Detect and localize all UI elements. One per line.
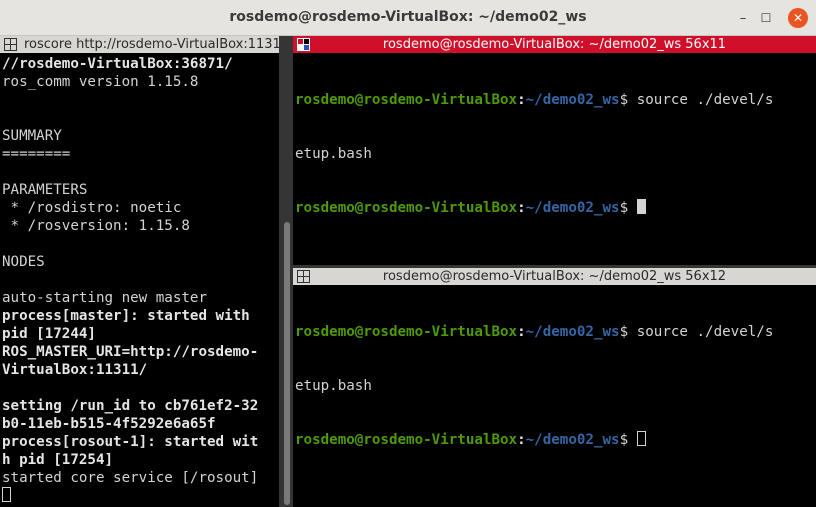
terminal-line: setting /run_id to cb761ef2-32 <box>2 398 259 414</box>
prompt-path: ~/demo02_ws <box>525 324 620 340</box>
terminal-line: VirtualBox:11311/ <box>2 362 148 378</box>
prompt-symbol: $ <box>619 324 637 340</box>
prompt-separator: : <box>517 324 526 340</box>
prompt-path: ~/demo02_ws <box>525 200 620 216</box>
terminal-line: process[master]: started with <box>2 308 250 324</box>
text-cursor <box>636 431 646 446</box>
terminal-line: started core service [/rosout] <box>2 470 259 486</box>
terminal-line: SUMMARY <box>2 128 62 144</box>
terminal-line: b0-11eb-b515-4f5292e6a65f <box>2 416 216 432</box>
bottom-right-pane-title: rosdemo@rosdemo-VirtualBox: ~/demo02_ws … <box>382 269 727 284</box>
prompt-line: rosdemo@rosdemo-VirtualBox:~/demo02_ws$ <box>295 199 816 217</box>
left-pane-titlebar[interactable]: roscore http://rosdemo-VirtualBox:11311/ <box>0 36 279 53</box>
minimize-button[interactable]: – <box>733 8 753 28</box>
command-continuation: etup.bash <box>295 378 372 394</box>
terminal-line: process[rosout-1]: started wit <box>2 434 259 450</box>
text-cursor <box>2 487 11 502</box>
terminal-line: //rosdemo-VirtualBox:36871/ <box>2 56 233 72</box>
terminal-line: ros_comm version 1.15.8 <box>2 74 199 90</box>
left-pane-scrollbar[interactable] <box>284 222 290 505</box>
window-titlebar[interactable]: rosdemo@rosdemo-VirtualBox: ~/demo02_ws … <box>0 0 816 36</box>
prompt-separator: : <box>517 200 526 216</box>
prompt-separator: : <box>517 92 526 108</box>
terminal-line: PARAMETERS <box>2 182 88 198</box>
terminal-line: NODES <box>2 254 45 270</box>
cursor-line <box>2 487 279 505</box>
command-text: source ./devel/s <box>636 324 774 340</box>
left-terminal-pane[interactable]: roscore http://rosdemo-VirtualBox:11311/… <box>0 36 279 507</box>
text-cursor <box>636 199 646 214</box>
left-terminal-output[interactable]: //rosdemo-VirtualBox:36871/ros_comm vers… <box>2 55 279 507</box>
prompt-path: ~/demo02_ws <box>525 432 620 448</box>
prompt-path: ~/demo02_ws <box>525 92 620 108</box>
prompt-line: rosdemo@rosdemo-VirtualBox:~/demo02_ws$ … <box>295 323 816 341</box>
prompt-symbol: $ <box>619 92 637 108</box>
terminal-line: * /rosdistro: noetic <box>2 200 182 216</box>
terminal-line: * /rosversion: 1.15.8 <box>2 218 190 234</box>
top-right-terminal-output[interactable]: rosdemo@rosdemo-VirtualBox:~/demo02_ws$ … <box>295 55 816 265</box>
prompt-line: rosdemo@rosdemo-VirtualBox:~/demo02_ws$ <box>295 431 816 449</box>
maximize-button[interactable]: ☐ <box>756 8 776 28</box>
bottom-right-terminal-pane[interactable]: rosdemo@rosdemo-VirtualBox: ~/demo02_ws … <box>293 268 816 507</box>
pane-grid-icon[interactable] <box>4 38 17 51</box>
terminal-line: pid [17244] <box>2 326 96 342</box>
left-pane-title: roscore http://rosdemo-VirtualBox:11311/ <box>24 37 279 52</box>
prompt-line: rosdemo@rosdemo-VirtualBox:~/demo02_ws$ … <box>295 91 816 109</box>
command-text: source ./devel/s <box>636 92 774 108</box>
bottom-right-terminal-output[interactable]: rosdemo@rosdemo-VirtualBox:~/demo02_ws$ … <box>295 287 816 507</box>
window-title: rosdemo@rosdemo-VirtualBox: ~/demo02_ws <box>229 9 587 25</box>
prompt-symbol: $ <box>619 432 637 448</box>
top-right-terminal-pane[interactable]: rosdemo@rosdemo-VirtualBox: ~/demo02_ws … <box>293 36 816 265</box>
prompt-user: rosdemo@rosdemo-VirtualBox <box>295 324 518 340</box>
terminal-line: ROS_MASTER_URI=http://rosdemo- <box>2 344 259 360</box>
prompt-user: rosdemo@rosdemo-VirtualBox <box>295 92 518 108</box>
top-right-pane-titlebar[interactable]: rosdemo@rosdemo-VirtualBox: ~/demo02_ws … <box>293 36 816 53</box>
prompt-user: rosdemo@rosdemo-VirtualBox <box>295 432 518 448</box>
bottom-right-pane-titlebar[interactable]: rosdemo@rosdemo-VirtualBox: ~/demo02_ws … <box>293 268 816 285</box>
command-continuation: etup.bash <box>295 146 372 162</box>
terminal-line: ======== <box>2 146 71 162</box>
prompt-symbol: $ <box>619 200 637 216</box>
close-button[interactable]: ✕ <box>788 8 808 28</box>
terminal-line: h pid [17254] <box>2 452 114 468</box>
terminal-line: auto-starting new master <box>2 290 207 306</box>
terminator-window: rosdemo@rosdemo-VirtualBox: ~/demo02_ws … <box>0 0 816 507</box>
top-right-pane-title: rosdemo@rosdemo-VirtualBox: ~/demo02_ws … <box>382 37 727 52</box>
prompt-user: rosdemo@rosdemo-VirtualBox <box>295 200 518 216</box>
prompt-separator: : <box>517 432 526 448</box>
